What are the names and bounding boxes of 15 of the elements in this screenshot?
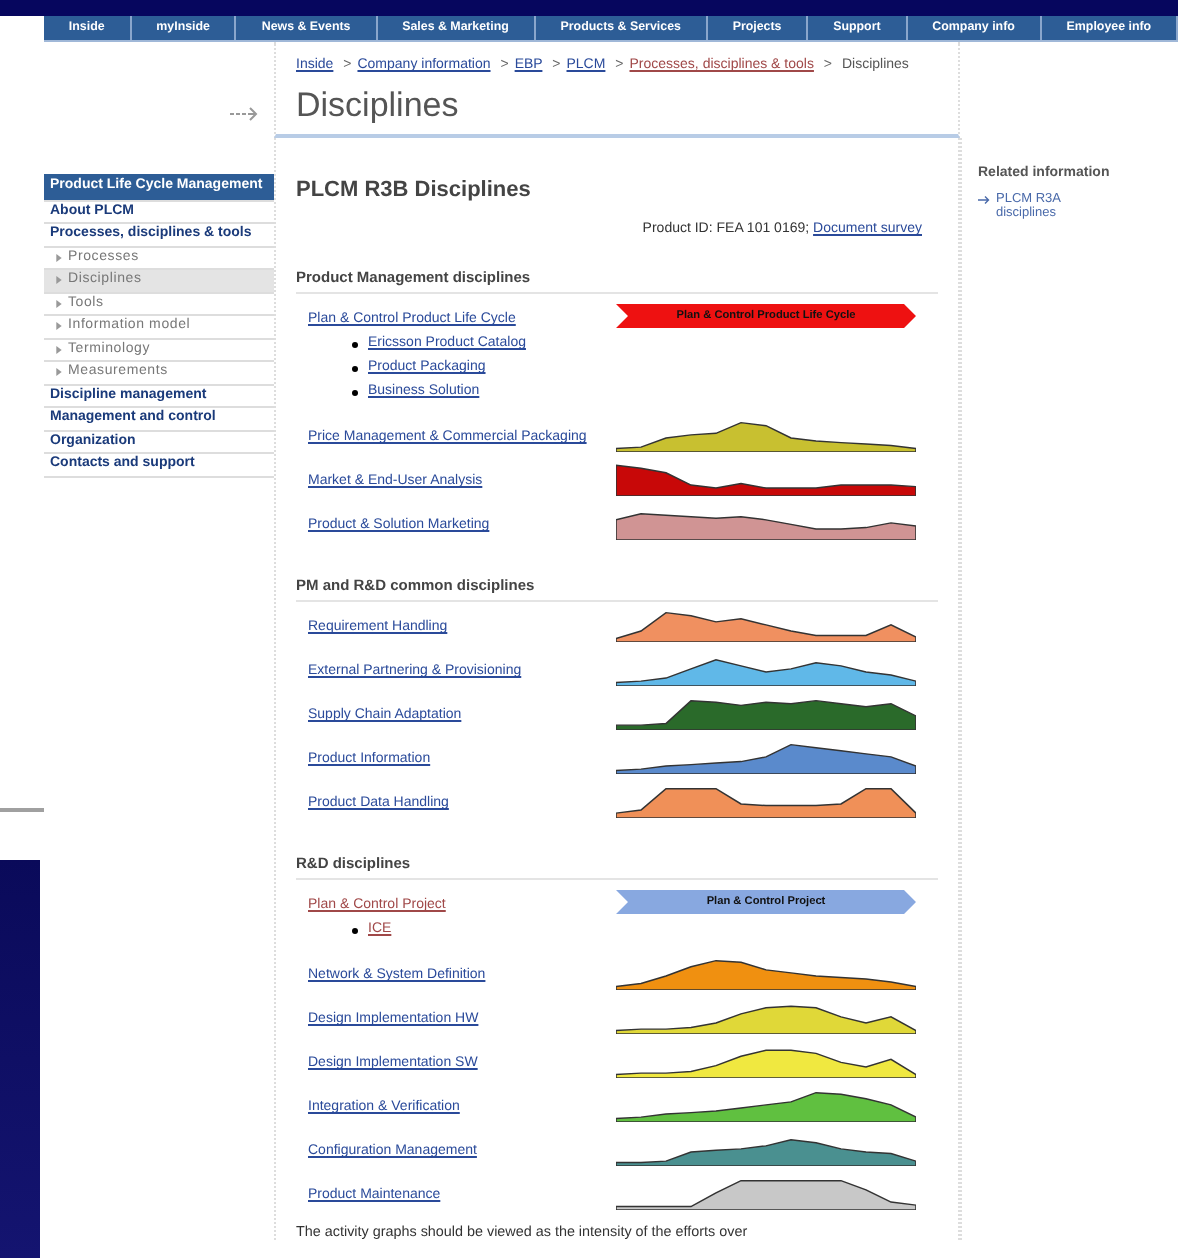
triangle-icon bbox=[56, 299, 62, 308]
triangle-icon bbox=[56, 276, 62, 285]
triangle-icon bbox=[56, 345, 62, 354]
triangle-icon bbox=[56, 322, 62, 331]
bullet-icon bbox=[352, 389, 358, 395]
dotted-arrow-icon bbox=[230, 106, 258, 122]
slide-rule bbox=[0, 808, 44, 812]
arrow-icon bbox=[978, 194, 992, 206]
page-title: Disciplines bbox=[296, 86, 461, 126]
bullet-icon bbox=[352, 365, 358, 371]
bullet-icon bbox=[352, 341, 358, 347]
bullet-icon bbox=[352, 927, 358, 933]
content-title: PLCM R3B Disciplines bbox=[296, 178, 533, 202]
triangle-icon bbox=[56, 368, 62, 377]
triangle-icon bbox=[56, 253, 62, 262]
